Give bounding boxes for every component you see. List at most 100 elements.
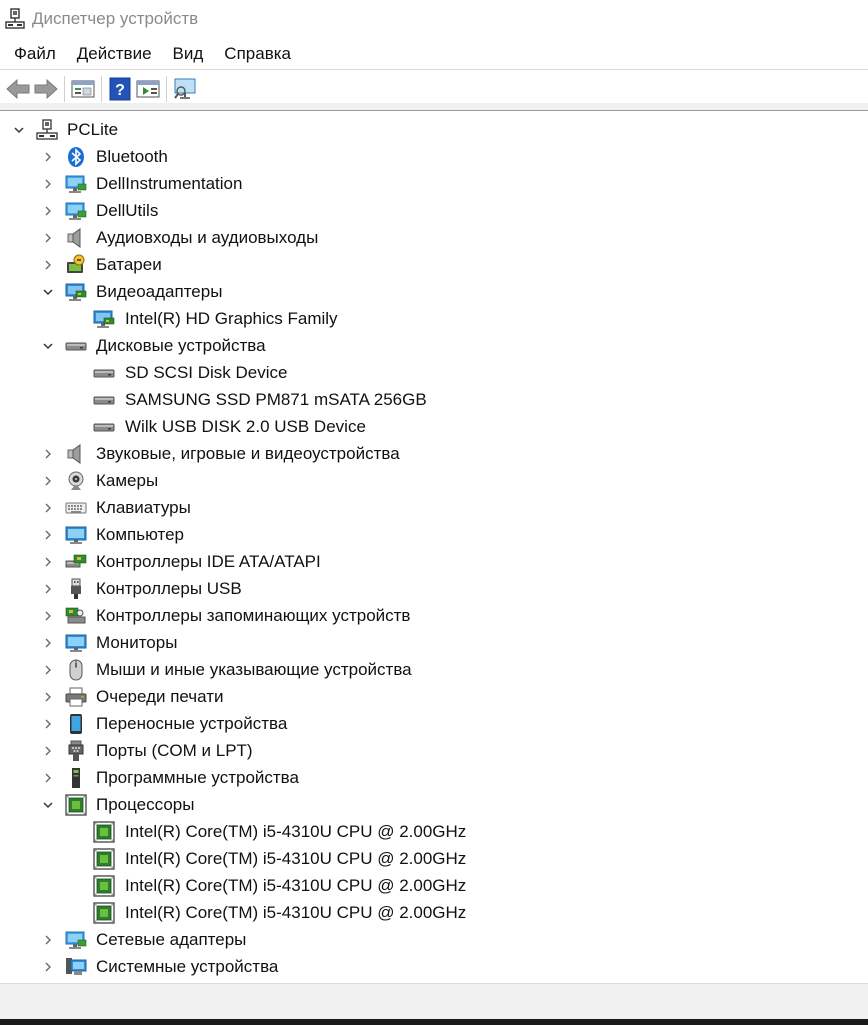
chevron-right-icon[interactable] bbox=[41, 609, 55, 623]
tree-item-label: Intel(R) Core(TM) i5-4310U CPU @ 2.00GHz bbox=[125, 876, 467, 895]
forward-arrow-icon[interactable] bbox=[32, 75, 60, 103]
tree-device[interactable]: Intel(R) Core(TM) i5-4310U CPU @ 2.00GHz bbox=[0, 846, 860, 873]
tree-category[interactable]: Звуковые, игровые и видеоустройства bbox=[0, 441, 860, 468]
tree-item-label: Программные устройства bbox=[96, 768, 299, 787]
tree-item-label: Wilk USB DISK 2.0 USB Device bbox=[125, 417, 366, 436]
tree-category[interactable]: Видеоадаптеры bbox=[0, 279, 860, 306]
computer-monitor-icon bbox=[65, 524, 87, 546]
chevron-right-icon[interactable] bbox=[41, 933, 55, 947]
help-icon[interactable]: ? bbox=[106, 75, 134, 103]
tree-item-label: Контроллеры USB bbox=[96, 579, 242, 598]
tree-device[interactable]: Intel(R) HD Graphics Family bbox=[0, 306, 860, 333]
tree-item-label: Сетевые адаптеры bbox=[96, 930, 247, 949]
run-icon[interactable] bbox=[134, 75, 162, 103]
tree-category[interactable]: Батареи bbox=[0, 252, 860, 279]
tree-item-label: Звуковые, игровые и видеоустройства bbox=[96, 444, 400, 463]
chevron-right-icon[interactable] bbox=[41, 717, 55, 731]
battery-icon bbox=[65, 254, 87, 276]
tree-category[interactable]: Клавиатуры bbox=[0, 495, 860, 522]
menu-file[interactable]: Файл bbox=[0, 44, 67, 64]
chevron-right-icon[interactable] bbox=[41, 690, 55, 704]
chevron-down-icon[interactable] bbox=[12, 123, 26, 137]
tree-category[interactable]: Контроллеры IDE ATA/ATAPI bbox=[0, 549, 860, 576]
speaker-icon bbox=[65, 443, 87, 465]
network-monitor-icon bbox=[65, 200, 87, 222]
tree-device[interactable]: SAMSUNG SSD PM871 mSATA 256GB bbox=[0, 387, 860, 414]
status-bar bbox=[0, 983, 868, 1019]
tree-item-label: SD SCSI Disk Device bbox=[125, 363, 288, 382]
tree-category[interactable]: Программные устройства bbox=[0, 765, 860, 792]
storage-controller-icon bbox=[65, 605, 87, 627]
tree-category[interactable]: DellUtils bbox=[0, 198, 860, 225]
tree-category[interactable]: Очереди печати bbox=[0, 684, 860, 711]
tree-category[interactable]: Переносные устройства bbox=[0, 711, 860, 738]
chevron-right-icon[interactable] bbox=[41, 636, 55, 650]
properties-icon[interactable] bbox=[69, 75, 97, 103]
tree-device[interactable]: SD SCSI Disk Device bbox=[0, 360, 860, 387]
tree-item-label: Intel(R) Core(TM) i5-4310U CPU @ 2.00GHz bbox=[125, 903, 467, 922]
chevron-down-icon[interactable] bbox=[41, 798, 55, 812]
chevron-right-icon[interactable] bbox=[41, 771, 55, 785]
tree-item-label: Клавиатуры bbox=[96, 498, 191, 517]
chevron-right-icon[interactable] bbox=[41, 474, 55, 488]
menu-help[interactable]: Справка bbox=[214, 44, 302, 64]
tree-category[interactable]: Мыши и иные указывающие устройства bbox=[0, 657, 860, 684]
tree-root[interactable]: PCLite bbox=[0, 117, 860, 144]
chevron-right-icon[interactable] bbox=[41, 447, 55, 461]
tree-item-label: PCLite bbox=[67, 120, 119, 139]
tree-category[interactable]: Порты (COM и LPT) bbox=[0, 738, 860, 765]
tree-category[interactable]: DellInstrumentation bbox=[0, 171, 860, 198]
port-icon bbox=[65, 740, 87, 762]
network-monitor-icon bbox=[65, 173, 87, 195]
tree-device[interactable]: Intel(R) Core(TM) i5-4310U CPU @ 2.00GHz bbox=[0, 900, 860, 927]
tree-item-label: Процессоры bbox=[96, 795, 195, 814]
chevron-right-icon[interactable] bbox=[41, 528, 55, 542]
processor-icon bbox=[93, 821, 115, 843]
tree-item-label: Мониторы bbox=[96, 633, 178, 652]
printer-icon bbox=[65, 686, 87, 708]
chevron-right-icon[interactable] bbox=[41, 960, 55, 974]
chevron-right-icon[interactable] bbox=[41, 150, 55, 164]
menu-view[interactable]: Вид bbox=[163, 44, 215, 64]
tree-item-label: SAMSUNG SSD PM871 mSATA 256GB bbox=[125, 390, 427, 409]
chevron-right-icon[interactable] bbox=[41, 582, 55, 596]
chevron-right-icon[interactable] bbox=[41, 501, 55, 515]
tree-device[interactable]: Intel(R) Core(TM) i5-4310U CPU @ 2.00GHz bbox=[0, 873, 860, 900]
tree-category[interactable]: Аудиовходы и аудиовыходы bbox=[0, 225, 860, 252]
chevron-right-icon[interactable] bbox=[41, 204, 55, 218]
menu-action[interactable]: Действие bbox=[67, 44, 163, 64]
tree-category[interactable]: Мониторы bbox=[0, 630, 860, 657]
device-manager-app-icon bbox=[5, 7, 25, 31]
tree-item-label: Bluetooth bbox=[96, 147, 168, 166]
computer-monitor-icon bbox=[65, 632, 87, 654]
bluetooth-icon bbox=[65, 146, 87, 168]
tree-item-label: DellInstrumentation bbox=[96, 174, 243, 193]
processor-icon bbox=[93, 875, 115, 897]
tree-category[interactable]: Дисковые устройства bbox=[0, 333, 860, 360]
tree-category[interactable]: Системные устройства bbox=[0, 954, 860, 981]
chevron-right-icon[interactable] bbox=[41, 258, 55, 272]
tree-device[interactable]: Intel(R) Core(TM) i5-4310U CPU @ 2.00GHz bbox=[0, 819, 860, 846]
disk-drive-icon bbox=[65, 335, 87, 357]
tree-device[interactable]: Wilk USB DISK 2.0 USB Device bbox=[0, 414, 860, 441]
tree-item-label: Дисковые устройства bbox=[96, 336, 266, 355]
back-arrow-icon[interactable] bbox=[4, 75, 32, 103]
display-adapter-icon bbox=[93, 308, 115, 330]
device-tree[interactable]: PCLite Bluetooth DellInstrumentation DellUt… bbox=[0, 110, 868, 983]
chevron-right-icon[interactable] bbox=[41, 744, 55, 758]
tree-category[interactable]: Компьютер bbox=[0, 522, 860, 549]
tree-category[interactable]: Камеры bbox=[0, 468, 860, 495]
chevron-down-icon[interactable] bbox=[41, 339, 55, 353]
tree-category[interactable]: Контроллеры USB bbox=[0, 576, 860, 603]
tree-category[interactable]: Bluetooth bbox=[0, 144, 860, 171]
chevron-right-icon[interactable] bbox=[41, 663, 55, 677]
tree-category[interactable]: Контроллеры запоминающих устройств bbox=[0, 603, 860, 630]
tree-category[interactable]: Сетевые адаптеры bbox=[0, 927, 860, 954]
chevron-right-icon[interactable] bbox=[41, 555, 55, 569]
chevron-right-icon[interactable] bbox=[41, 231, 55, 245]
tree-category[interactable]: Процессоры bbox=[0, 792, 860, 819]
monitor-scan-icon[interactable] bbox=[171, 75, 199, 103]
chevron-down-icon[interactable] bbox=[41, 285, 55, 299]
chevron-right-icon[interactable] bbox=[41, 177, 55, 191]
tree-item-label: Аудиовходы и аудиовыходы bbox=[96, 228, 319, 247]
